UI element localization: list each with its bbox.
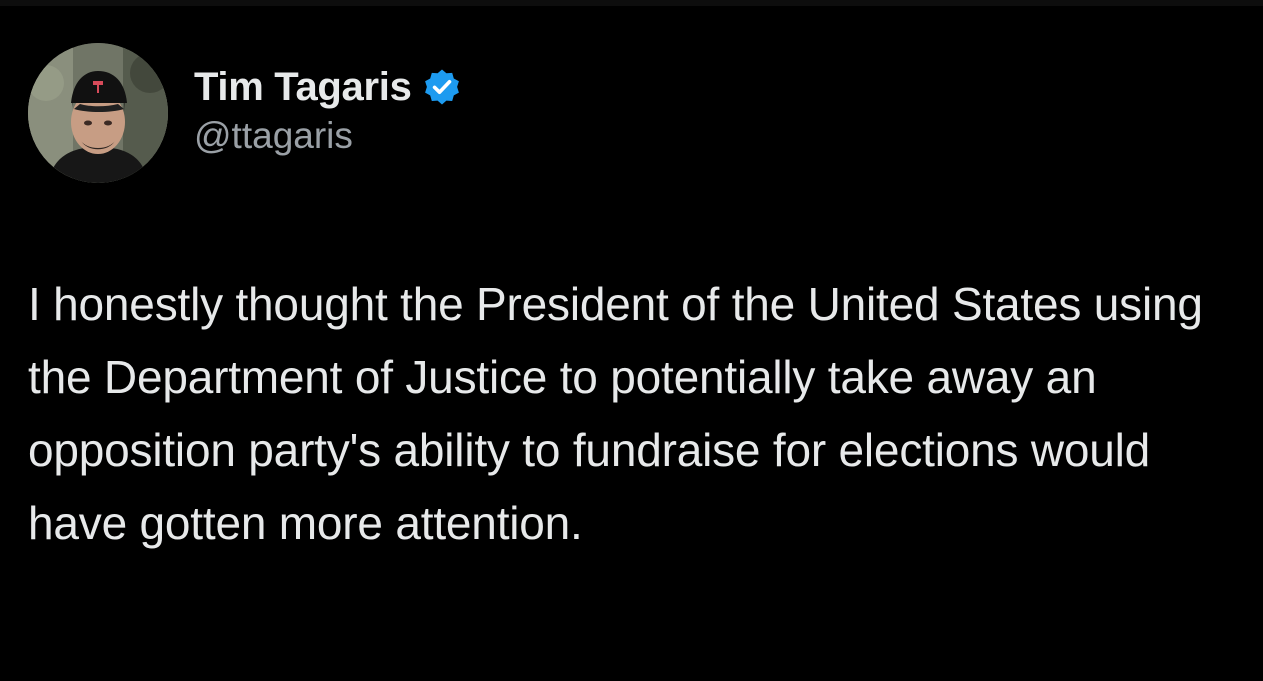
author-name-row: Tim Tagaris bbox=[194, 61, 462, 113]
verified-badge-icon bbox=[422, 67, 462, 107]
author-handle[interactable]: @ttagaris bbox=[194, 115, 462, 157]
author-identity: Tim Tagaris @ttagaris bbox=[194, 61, 462, 157]
avatar[interactable] bbox=[28, 43, 168, 183]
tweet-header: Tim Tagaris @ttagaris bbox=[28, 43, 462, 183]
avatar-photo-icon bbox=[28, 43, 168, 183]
tweet-text: I honestly thought the President of the … bbox=[28, 278, 1203, 549]
author-display-name[interactable]: Tim Tagaris bbox=[194, 65, 412, 110]
tweet-card: Tim Tagaris @ttagaris I honestly thought… bbox=[0, 0, 1263, 681]
